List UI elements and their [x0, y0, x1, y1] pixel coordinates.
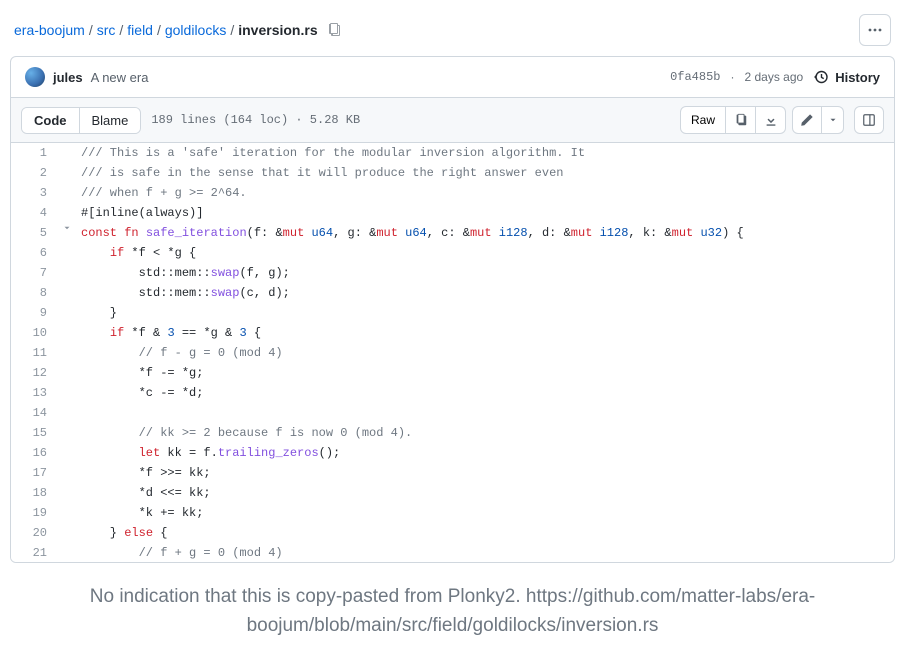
code-content: // kk >= 2 because f is now 0 (mod 4). — [75, 423, 894, 443]
line-number[interactable]: 19 — [11, 503, 59, 523]
fold-chevron-icon[interactable] — [59, 223, 75, 233]
code-line[interactable]: 8 std::mem::swap(c, d); — [11, 283, 894, 303]
blame-tab[interactable]: Blame — [79, 108, 141, 133]
line-number[interactable]: 5 — [11, 223, 59, 243]
code-line[interactable]: 13 *c -= *d; — [11, 383, 894, 403]
code-line[interactable]: 2 /// is safe in the sense that it will p… — [11, 163, 894, 183]
code-content: /// This is a 'safe' iteration for the m… — [75, 143, 894, 163]
line-number[interactable]: 10 — [11, 323, 59, 343]
file-info: 189 lines (164 loc) · 5.28 KB — [151, 113, 360, 127]
code-content: std::mem::swap(c, d); — [75, 283, 894, 303]
code-line[interactable]: 19 *k += kk; — [11, 503, 894, 523]
breadcrumb-src[interactable]: src — [97, 22, 116, 38]
line-number[interactable]: 6 — [11, 243, 59, 263]
code-line[interactable]: 3 /// when f + g >= 2^64. — [11, 183, 894, 203]
breadcrumb-file: inversion.rs — [238, 22, 317, 38]
history-label: History — [835, 70, 880, 85]
breadcrumb-sep: / — [157, 22, 161, 38]
line-number[interactable]: 8 — [11, 283, 59, 303]
breadcrumb-sep: / — [89, 22, 93, 38]
breadcrumb-goldilocks[interactable]: goldilocks — [165, 22, 226, 38]
latest-commit-bar: jules A new era 0fa485b · 2 days ago His… — [10, 56, 895, 98]
code-content: const fn safe_iteration(f: &mut u64, g: … — [75, 223, 894, 243]
code-line[interactable]: 16 let kk = f.trailing_zeros(); — [11, 443, 894, 463]
line-number[interactable]: 1 — [11, 143, 59, 163]
line-number[interactable]: 2 — [11, 163, 59, 183]
code-content: *f -= *g; — [75, 363, 894, 383]
code-line[interactable]: 9 } — [11, 303, 894, 323]
code-line[interactable]: 12 *f -= *g; — [11, 363, 894, 383]
line-number[interactable]: 21 — [11, 543, 59, 563]
edit-menu-caret-icon[interactable] — [822, 106, 844, 134]
commit-dot: · — [730, 70, 734, 84]
breadcrumb-field[interactable]: field — [127, 22, 153, 38]
breadcrumb-sep: / — [230, 22, 234, 38]
commit-author[interactable]: jules — [53, 70, 83, 85]
code-content: // f + g = 0 (mod 4) — [75, 543, 894, 563]
more-menu-button[interactable] — [859, 14, 891, 46]
commit-message[interactable]: A new era — [91, 70, 149, 85]
copy-raw-icon[interactable] — [726, 106, 756, 134]
code-content: std::mem::swap(f, g); — [75, 263, 894, 283]
caption-text: No indication that this is copy-pasted f… — [10, 563, 895, 650]
code-content: } — [75, 303, 894, 323]
line-number[interactable]: 7 — [11, 263, 59, 283]
copy-path-icon[interactable] — [326, 22, 342, 38]
download-raw-icon[interactable] — [756, 106, 786, 134]
code-content: *c -= *d; — [75, 383, 894, 403]
line-number[interactable]: 20 — [11, 523, 59, 543]
code-line[interactable]: 10 if *f & 3 == *g & 3 { — [11, 323, 894, 343]
code-content: // f - g = 0 (mod 4) — [75, 343, 894, 363]
edit-file-icon[interactable] — [792, 106, 822, 134]
breadcrumb: era-boojum / src / field / goldilocks / … — [14, 22, 342, 38]
code-content: if *f < *g { — [75, 243, 894, 263]
code-line[interactable]: 4 #[inline(always)] — [11, 203, 894, 223]
code-line[interactable]: 1 /// This is a 'safe' iteration for the … — [11, 143, 894, 163]
line-number[interactable]: 9 — [11, 303, 59, 323]
code-content: /// when f + g >= 2^64. — [75, 183, 894, 203]
code-content: *d <<= kk; — [75, 483, 894, 503]
line-number[interactable]: 11 — [11, 343, 59, 363]
code-tab[interactable]: Code — [22, 108, 79, 133]
avatar[interactable] — [25, 67, 45, 87]
code-line[interactable]: 6 if *f < *g { — [11, 243, 894, 263]
code-content: let kk = f.trailing_zeros(); — [75, 443, 894, 463]
code-line[interactable]: 7 std::mem::swap(f, g); — [11, 263, 894, 283]
code-content: *k += kk; — [75, 503, 894, 523]
commit-age: 2 days ago — [744, 70, 803, 84]
code-line[interactable]: 20 } else { — [11, 523, 894, 543]
file-toolbar: Code Blame 189 lines (164 loc) · 5.28 KB… — [10, 98, 895, 143]
code-line[interactable]: 15 // kk >= 2 because f is now 0 (mod 4)… — [11, 423, 894, 443]
view-toggle: Code Blame — [21, 107, 141, 134]
line-number[interactable]: 17 — [11, 463, 59, 483]
code-viewer[interactable]: 1 /// This is a 'safe' iteration for the … — [10, 143, 895, 563]
code-content: } else { — [75, 523, 894, 543]
code-line[interactable]: 11 // f - g = 0 (mod 4) — [11, 343, 894, 363]
breadcrumb-sep: / — [119, 22, 123, 38]
code-content: /// is safe in the sense that it will pr… — [75, 163, 894, 183]
history-button[interactable]: History — [813, 69, 880, 85]
code-line[interactable]: 5 const fn safe_iteration(f: &mut u64, g:… — [11, 223, 894, 243]
line-number[interactable]: 14 — [11, 403, 59, 423]
code-line[interactable]: 17 *f >>= kk; — [11, 463, 894, 483]
line-number[interactable]: 3 — [11, 183, 59, 203]
line-number[interactable]: 18 — [11, 483, 59, 503]
line-number[interactable]: 12 — [11, 363, 59, 383]
code-line[interactable]: 21 // f + g = 0 (mod 4) — [11, 543, 894, 563]
line-number[interactable]: 15 — [11, 423, 59, 443]
commit-sha[interactable]: 0fa485b — [670, 70, 720, 84]
raw-button[interactable]: Raw — [680, 106, 726, 134]
code-line[interactable]: 14 — [11, 403, 894, 423]
code-content: *f >>= kk; — [75, 463, 894, 483]
code-line[interactable]: 18 *d <<= kk; — [11, 483, 894, 503]
code-content: #[inline(always)] — [75, 203, 894, 223]
symbols-panel-icon[interactable] — [854, 106, 884, 134]
line-number[interactable]: 16 — [11, 443, 59, 463]
line-number[interactable]: 13 — [11, 383, 59, 403]
line-number[interactable]: 4 — [11, 203, 59, 223]
code-content: if *f & 3 == *g & 3 { — [75, 323, 894, 343]
breadcrumb-repo[interactable]: era-boojum — [14, 22, 85, 38]
